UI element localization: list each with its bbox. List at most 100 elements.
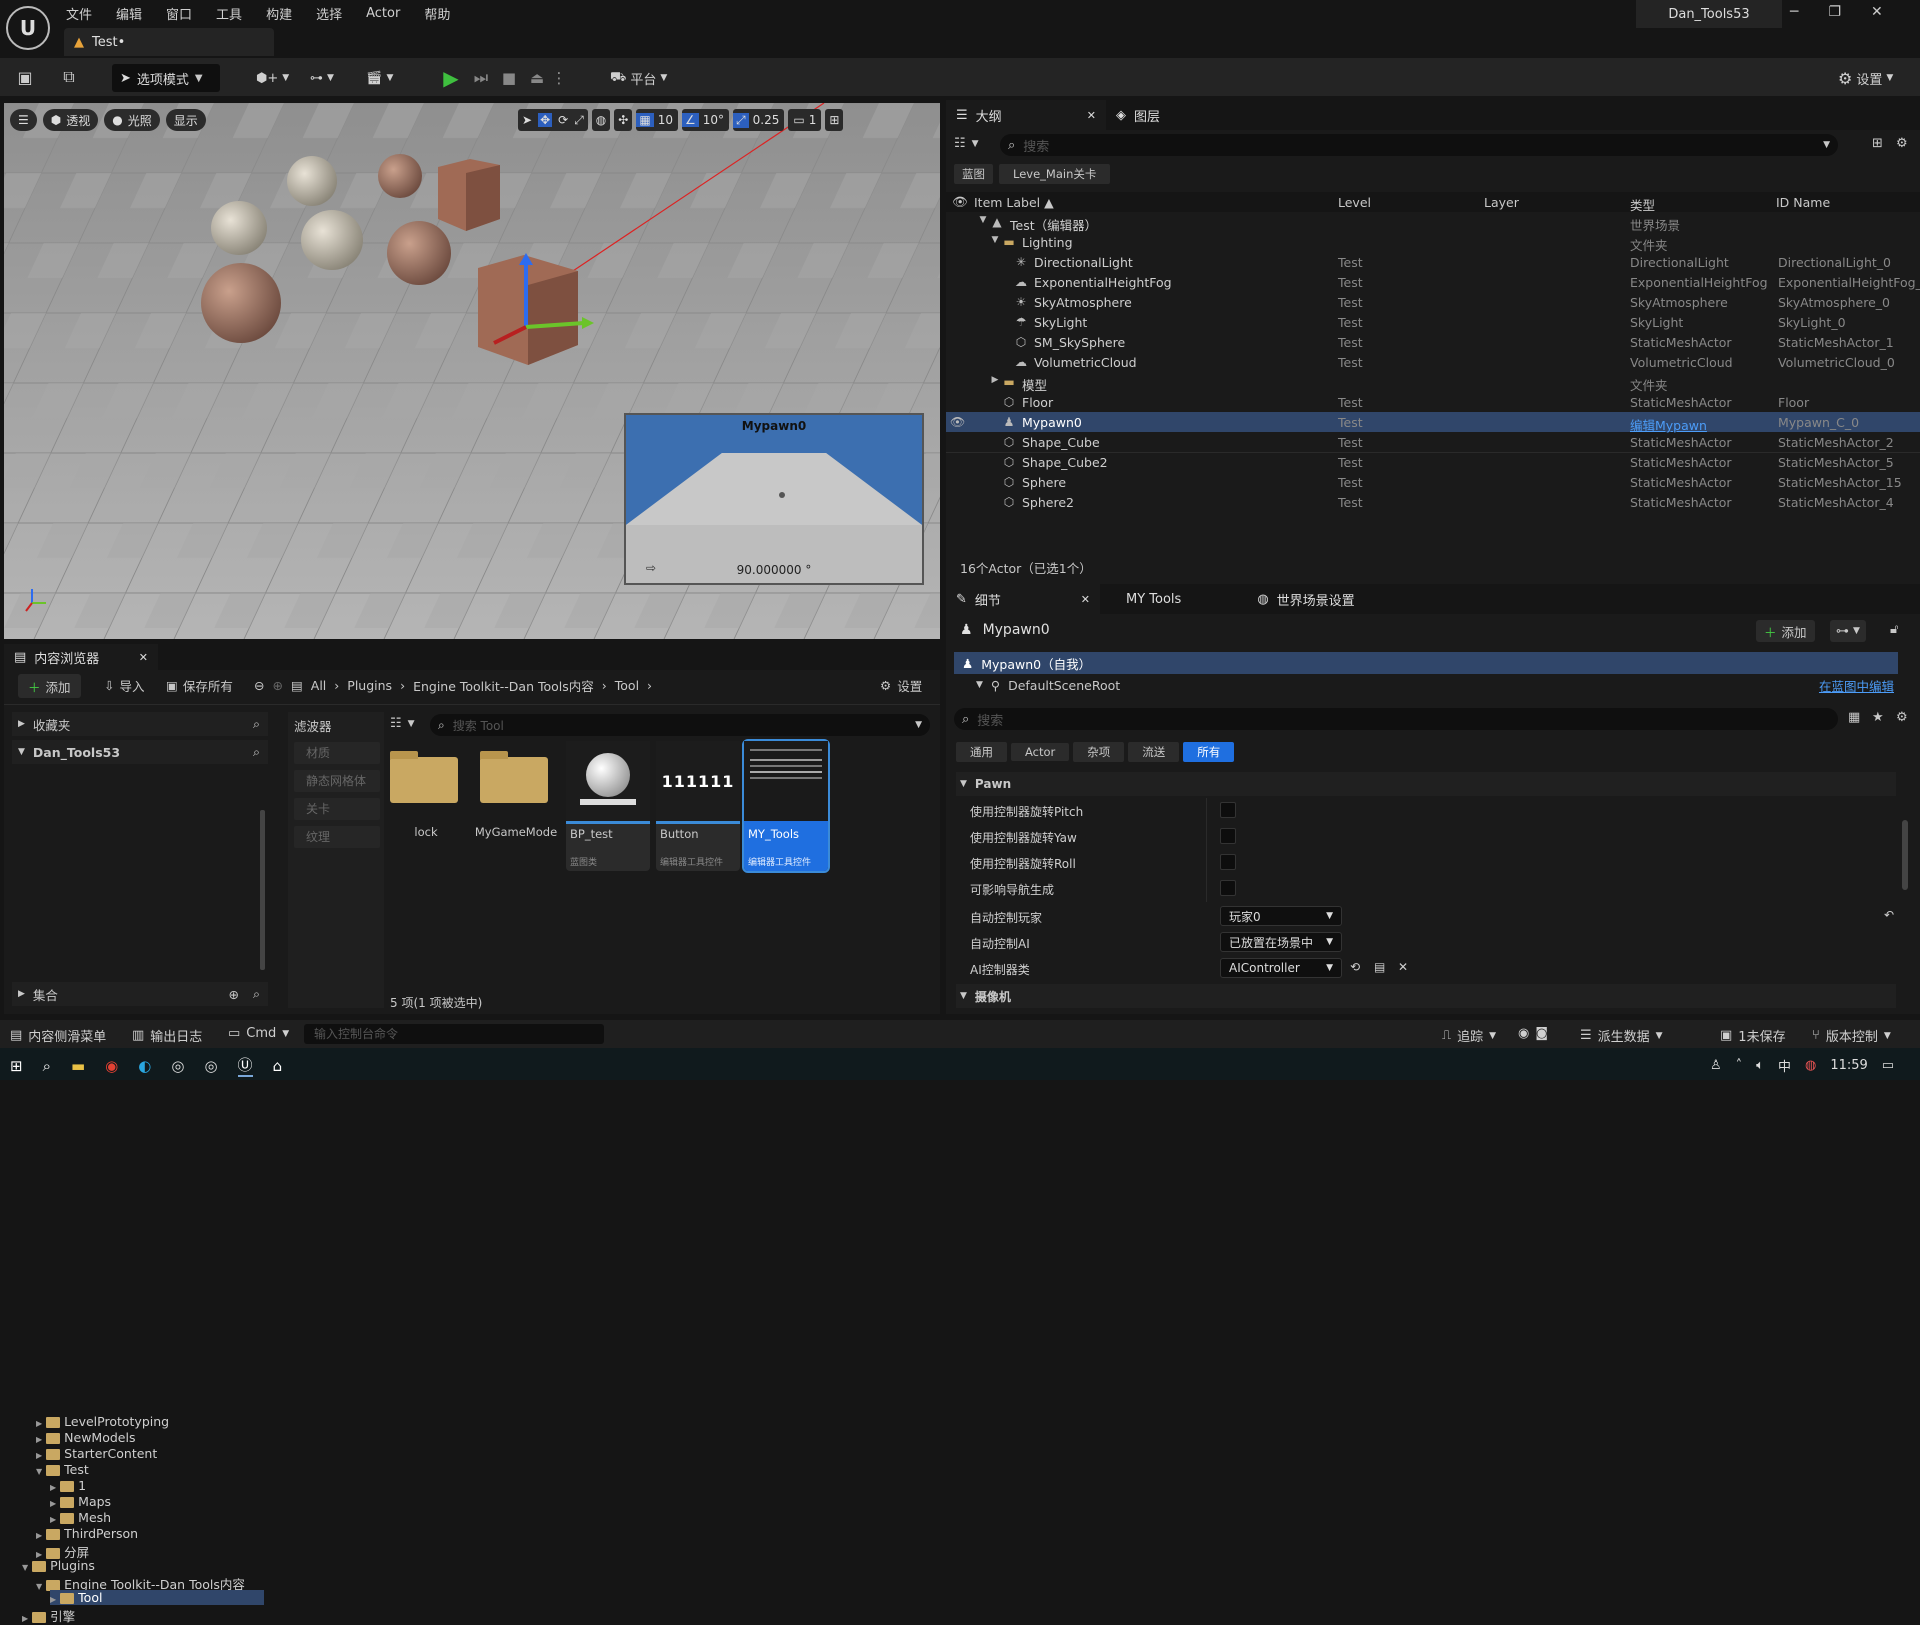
file-explorer-icon[interactable]: ▬	[71, 1057, 85, 1075]
chevron-right-icon[interactable]: ▶	[988, 375, 1002, 389]
search-icon[interactable]: ⌕	[253, 986, 260, 1002]
asset-search[interactable]: ⌕ 搜索 Tool ▼	[430, 714, 930, 736]
perspective-button[interactable]: ⬢ 透视	[42, 109, 99, 131]
expand-arrow-icon[interactable]: ▶	[22, 1614, 28, 1623]
outliner-search[interactable]: ⌕ 搜索 ▼	[1000, 134, 1838, 156]
scale-icon[interactable]: ⤢	[574, 113, 584, 128]
output-log-button[interactable]: ▥ 输出日志	[132, 1026, 202, 1045]
add-actor-button[interactable]: ⬢+ ▼	[250, 64, 295, 92]
folder-tree-item[interactable]: ▶ LevelPrototyping	[36, 1414, 169, 1429]
translate-icon[interactable]: ✥	[538, 113, 553, 127]
camera-icon[interactable]: ◙	[1535, 1026, 1548, 1041]
tab-content-browser[interactable]: ▤ 内容浏览器 ✕	[4, 644, 158, 670]
menu-help[interactable]: 帮助	[424, 4, 450, 23]
blueprint-button[interactable]: ⊶ ▼	[304, 64, 340, 92]
gear-icon[interactable]: ⚙	[1896, 136, 1908, 151]
outliner-row[interactable]: ☂ SkyLight Test SkyLight SkyLight_0	[946, 312, 1920, 332]
camera-speed[interactable]: ▭ 1	[788, 109, 822, 131]
close-icon[interactable]: ✕	[1871, 4, 1883, 20]
filter-static-mesh[interactable]: 静态网格体	[294, 770, 380, 792]
outliner-row[interactable]: ⬡ Sphere2 Test StaticMeshActor StaticMeshAct…	[946, 492, 1920, 512]
search-icon[interactable]: ⌕	[253, 744, 260, 760]
filter-actor[interactable]: Actor	[1011, 743, 1070, 761]
prop-checkbox[interactable]	[1220, 880, 1236, 896]
outliner-search-input[interactable]: 搜索	[1023, 136, 1815, 155]
tab-world-settings[interactable]: ◍ 世界场景设置	[1191, 584, 1364, 614]
close-icon[interactable]: ✕	[1081, 593, 1090, 606]
outliner-row[interactable]: ▼ ▲ Test（编辑器） 世界场景	[946, 212, 1920, 233]
folder-tree-item[interactable]: ▶ Mesh	[50, 1510, 111, 1525]
sphere-actor[interactable]	[378, 154, 422, 198]
outliner-row[interactable]: ⬡ Shape_Cube Test StaticMeshActor StaticMesh…	[946, 432, 1920, 452]
crumb-plugins[interactable]: Plugins	[347, 678, 392, 693]
source-control-button[interactable]: ⑂ 版本控制 ▼	[1812, 1026, 1891, 1045]
lock-icon[interactable]: 🔓︎	[1890, 622, 1898, 637]
close-icon[interactable]: ✕	[139, 651, 148, 664]
sphere-actor[interactable]	[287, 156, 337, 206]
expand-arrow-icon[interactable]: ▶	[36, 1435, 42, 1444]
step-icon[interactable]: ⏭	[470, 66, 492, 90]
asset-editor-widget[interactable]: 111111 Button 编辑器工具控件	[656, 741, 740, 871]
add-folder-icon[interactable]: ⊞	[1872, 136, 1883, 151]
tab-details[interactable]: ✎ 细节 ✕	[946, 584, 1100, 614]
level-viewport[interactable]: ☰ ⬢ 透视 ● 光照 显示 ➤ ✥ ⟳ ⤢ ◍ ✣ ▦ 10 ∠ 10° ⤢ 0.25 …	[4, 103, 940, 639]
details-search[interactable]: ⌕ 搜索	[954, 708, 1838, 730]
menu-actor[interactable]: Actor	[366, 6, 400, 21]
menu-window[interactable]: 窗口	[166, 4, 192, 23]
gear-icon[interactable]: ⚙	[1896, 710, 1908, 725]
cinematics-button[interactable]: 🎬︎ ▼	[360, 64, 399, 92]
cmd-selector[interactable]: ▭ Cmd ▼	[228, 1026, 289, 1041]
filter-general[interactable]: 通用	[956, 742, 1007, 762]
outliner-filter-button[interactable]: ☷ ▼	[954, 136, 979, 151]
record-icon[interactable]: ◉	[1518, 1026, 1529, 1041]
col-id-name[interactable]: ID Name	[1776, 195, 1830, 210]
auto-possess-player-dropdown[interactable]: 玩家0 ▼	[1220, 906, 1342, 926]
expand-arrow-icon[interactable]: ▶	[36, 1451, 42, 1460]
filter-streaming[interactable]: 流送	[1128, 742, 1180, 762]
crumb-all[interactable]: All	[311, 678, 327, 693]
browse-back-icon[interactable]: ⟲	[1350, 960, 1360, 974]
content-drawer-button[interactable]: ▤ 内容侧滑菜单	[10, 1026, 106, 1045]
clear-icon[interactable]: ✕	[1398, 960, 1408, 974]
add-circle-icon[interactable]: ⊕	[229, 987, 239, 1002]
folder-tree-item[interactable]: ▶ Maps	[50, 1494, 111, 1509]
chrome-icon[interactable]: ◉	[105, 1057, 118, 1075]
crumb-engine-toolkit[interactable]: Engine Toolkit--Dan Tools内容	[413, 676, 594, 695]
cb-add-button[interactable]: ＋添加	[18, 674, 81, 698]
menu-select[interactable]: 选择	[316, 4, 342, 23]
folder-tree-item[interactable]: ▼ Plugins	[22, 1558, 95, 1573]
rotate-icon[interactable]: ⟳	[558, 113, 568, 127]
people-icon[interactable]: ♙	[1710, 1058, 1722, 1073]
section-pawn-header[interactable]: ▼ Pawn	[956, 772, 1896, 796]
tab-layers[interactable]: ◈ 图层	[1106, 100, 1170, 130]
sphere-actor[interactable]	[301, 210, 363, 270]
folder-tree-item[interactable]: ▶ 1	[50, 1478, 86, 1493]
close-icon[interactable]: ✕	[1087, 109, 1096, 122]
asset-search-input[interactable]: 搜索 Tool	[453, 717, 907, 734]
expand-arrow-icon[interactable]: ▶	[36, 1531, 42, 1540]
chevron-up-icon[interactable]: ˄	[1736, 1058, 1743, 1073]
cb-settings-button[interactable]: ⚙ 设置	[880, 676, 922, 695]
filter-chip-level[interactable]: Leve_Main关卡	[999, 164, 1111, 184]
asset-filter-button[interactable]: ☷ ▼	[390, 716, 415, 731]
tab-outliner[interactable]: ☰ 大纲 ✕	[946, 100, 1106, 130]
edit-in-blueprint-link[interactable]: 在蓝图中编辑	[1819, 676, 1894, 695]
folder-tree-item[interactable]: ▶ ThirdPerson	[36, 1526, 138, 1541]
trace-button[interactable]: ⎍ 追踪 ▼	[1442, 1026, 1496, 1045]
cb-import-button[interactable]: ⇩ 导入	[104, 676, 145, 695]
unreal-logo-icon[interactable]: U	[6, 6, 50, 50]
details-scrollbar[interactable]	[1902, 820, 1908, 890]
filter-all[interactable]: 所有	[1183, 742, 1235, 762]
expand-arrow-icon[interactable]: ▶	[50, 1483, 56, 1492]
edge-icon[interactable]: ◐	[138, 1057, 151, 1075]
ime-icon[interactable]: 中	[1778, 1056, 1791, 1075]
filter-material[interactable]: 材质	[294, 742, 380, 764]
level-tab[interactable]: ▲ Test•	[64, 28, 274, 56]
table-view-icon[interactable]: ▦	[1848, 710, 1860, 725]
search-icon[interactable]: ⌕	[43, 1057, 51, 1075]
add-component-button[interactable]: ＋添加	[1756, 620, 1815, 642]
asset-blueprint[interactable]: BP_test 蓝图类	[566, 741, 650, 871]
project-root-header[interactable]: ▼ Dan_Tools53 ⌕	[12, 740, 268, 764]
expand-arrow-icon[interactable]: ▼	[36, 1467, 42, 1476]
folder-tree-item[interactable]: ▶ NewModels	[36, 1430, 135, 1445]
